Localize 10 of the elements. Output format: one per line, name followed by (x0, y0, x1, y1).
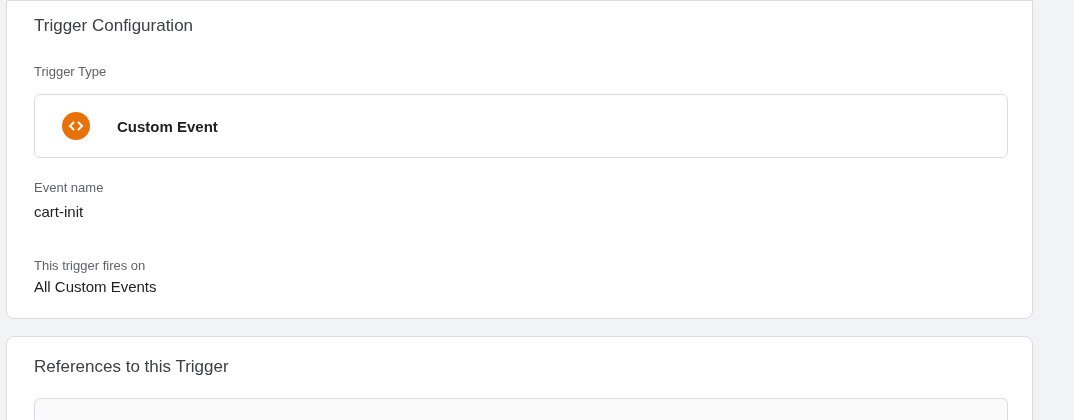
code-icon (62, 112, 90, 140)
field-label: Event name (34, 180, 105, 196)
field-value: All Custom Events (34, 278, 158, 296)
field-label: Trigger Type (34, 64, 108, 80)
card-title: References to this Trigger (34, 357, 230, 377)
trigger-type-card[interactable]: Custom Event (34, 94, 1008, 158)
field-label: This trigger fires on (34, 258, 147, 274)
trigger-type-name: Custom Event (117, 117, 218, 135)
field-value: cart-init (34, 203, 85, 221)
card-title: Trigger Configuration (34, 16, 195, 36)
